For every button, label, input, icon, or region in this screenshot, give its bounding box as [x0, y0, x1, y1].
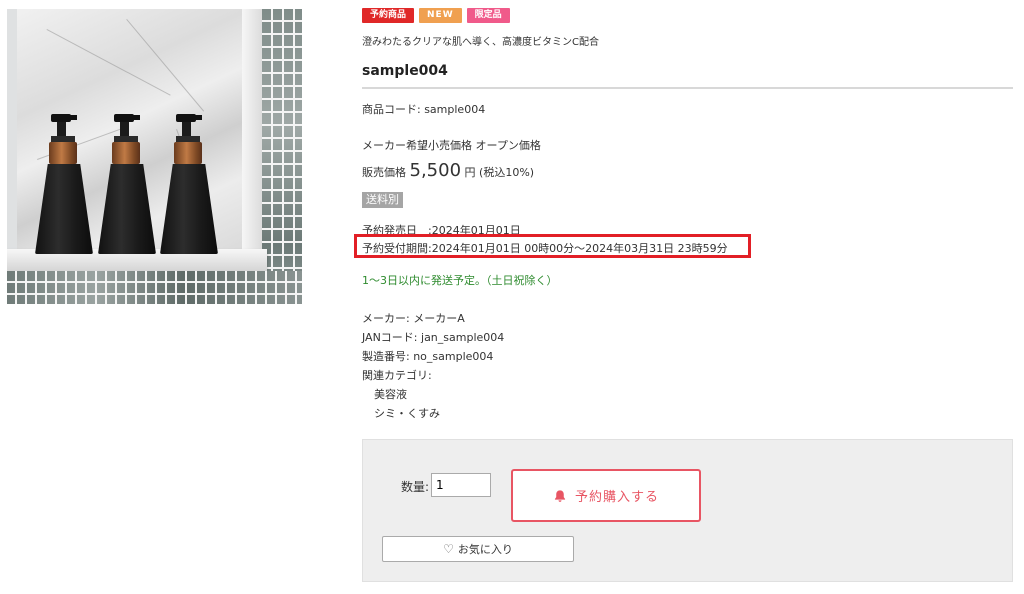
favorite-button[interactable]: ♡ お気に入り [382, 536, 574, 562]
divider [362, 87, 1013, 89]
badge-row: 予約商品 NEW 限定品 [362, 8, 510, 23]
pump-bottle [98, 114, 156, 254]
heart-icon: ♡ [443, 542, 454, 556]
badge-new: NEW [419, 8, 462, 23]
price-amount: 5,500 [409, 160, 462, 181]
jan-code: JANコード: jan_sample004 [362, 331, 505, 344]
highlight-box [354, 234, 751, 258]
pump-bottle [35, 114, 93, 254]
list-price: メーカー希望小売価格 オープン価格 [362, 139, 541, 152]
badge-limited: 限定品 [466, 8, 510, 23]
category-link[interactable]: 美容液 [374, 386, 407, 402]
category-link[interactable]: シミ・くすみ [374, 405, 440, 421]
favorite-label: お気に入り [457, 543, 513, 556]
badge-reserve: 予約商品 [362, 8, 415, 23]
price-unit: 円 [464, 166, 476, 179]
reserve-purchase-label: 予約購入する [574, 490, 659, 505]
cart-box: 数量: 予約購入する ♡ お気に入り [362, 439, 1013, 582]
sale-price: 販売価格 5,500 円 (税込10%) [362, 160, 534, 181]
quantity-label: 数量: [401, 480, 430, 494]
product-image [7, 9, 302, 304]
maker: メーカー: メーカーA [362, 312, 465, 325]
bell-icon [554, 489, 566, 502]
serial-number: 製造番号: no_sample004 [362, 350, 494, 363]
niche-wall [242, 9, 262, 259]
mosaic-tiles [262, 9, 302, 304]
product-code: 商品コード: sample004 [362, 103, 486, 116]
quantity-input[interactable] [431, 473, 491, 497]
category-label: 関連カテゴリ: [362, 369, 432, 382]
reserve-purchase-button[interactable]: 予約購入する [511, 469, 701, 522]
shipping-note: 1～3日以内に発送予定。（土日祝除く） [362, 274, 558, 287]
pump-bottle [160, 114, 218, 254]
mosaic-tiles [7, 271, 302, 304]
price-tax: (税込10%) [479, 166, 535, 179]
shipping-badge: 送料別 [362, 192, 403, 208]
catch-copy: 澄みわたるクリアな肌へ導く、高濃度ビタミンC配合 [362, 37, 599, 48]
price-label: 販売価格 [362, 166, 406, 179]
product-name: sample004 [362, 63, 448, 79]
